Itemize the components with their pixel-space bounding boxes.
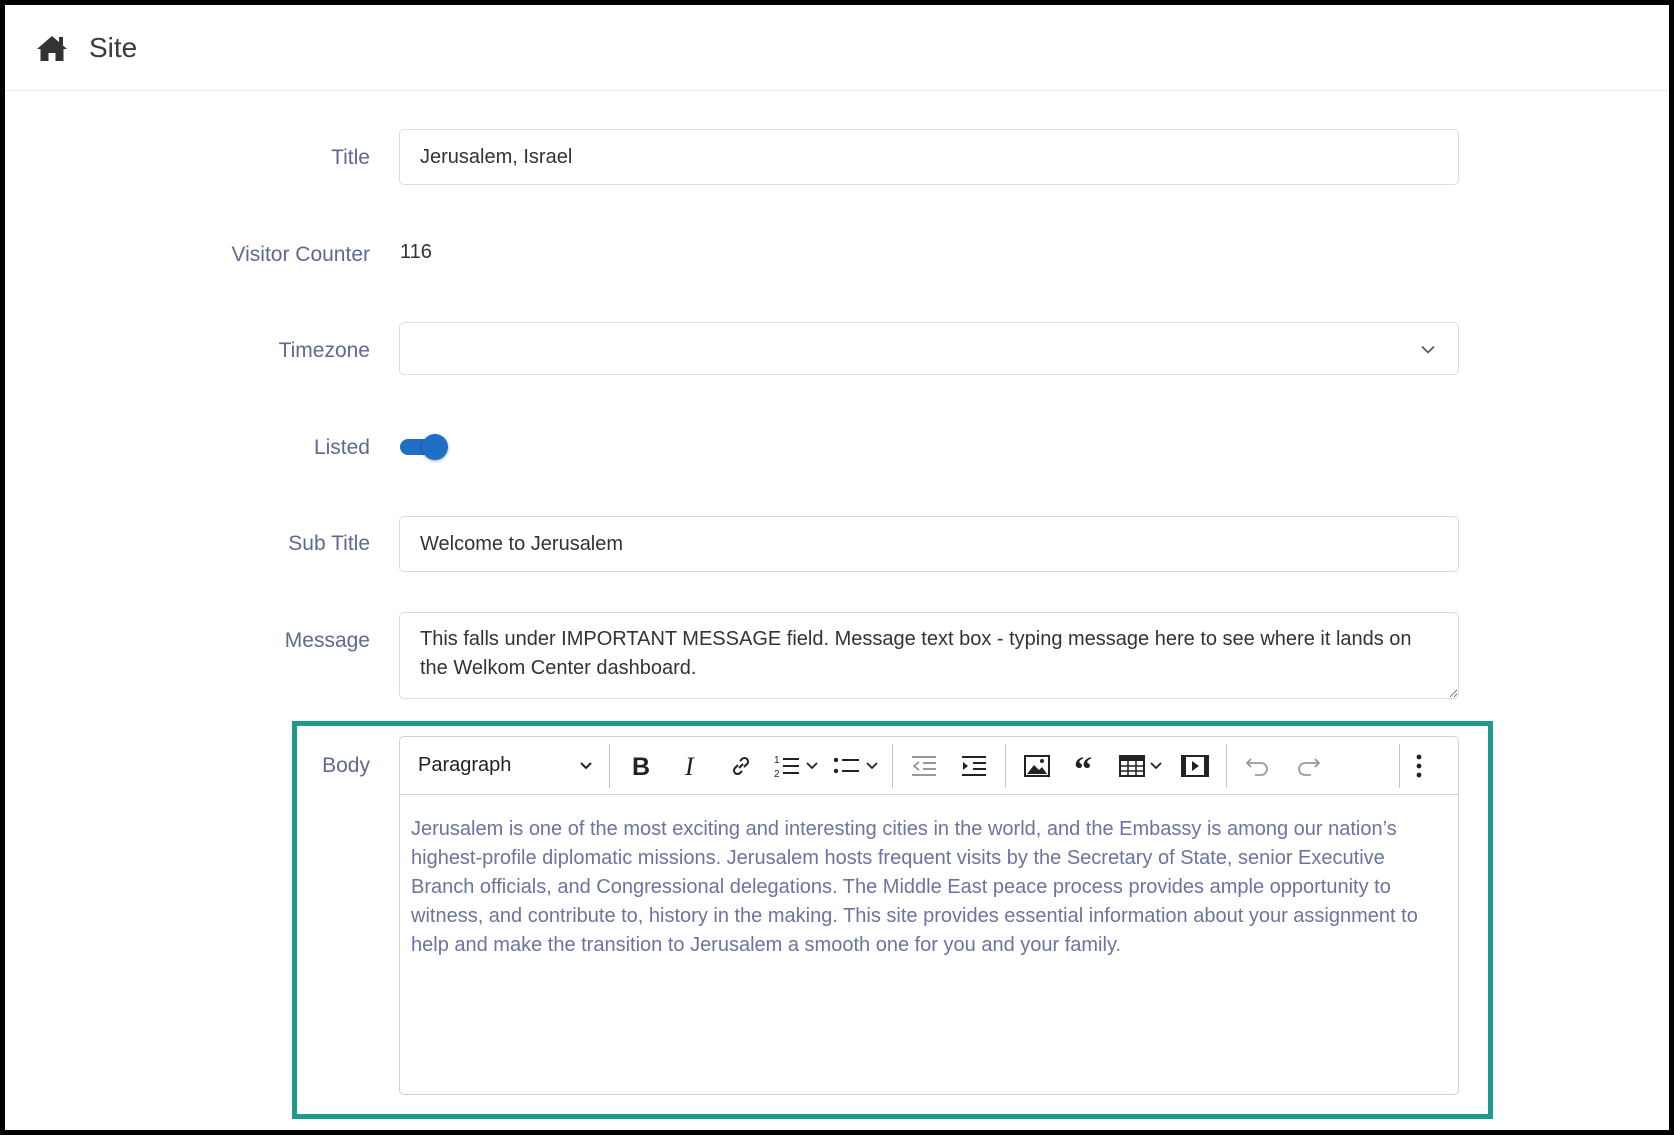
table-icon[interactable] bbox=[1115, 746, 1167, 786]
outdent-icon[interactable] bbox=[902, 746, 946, 786]
editor-content[interactable]: Jerusalem is one of the most exciting an… bbox=[400, 795, 1458, 980]
bold-icon[interactable]: B bbox=[619, 746, 663, 786]
sub-title-input[interactable]: Welcome to Jerusalem bbox=[399, 516, 1459, 572]
listed-label: Listed bbox=[313, 436, 370, 459]
link-icon[interactable] bbox=[719, 746, 763, 786]
blockquote-icon[interactable]: “ bbox=[1065, 746, 1109, 786]
heading-select-value: Paragraph bbox=[418, 754, 512, 776]
chevron-down-icon bbox=[1420, 337, 1436, 360]
indent-icon[interactable] bbox=[952, 746, 996, 786]
title-input-value: Jerusalem, Israel bbox=[420, 145, 573, 168]
numbered-list-icon[interactable]: 12 bbox=[769, 746, 823, 786]
svg-text:B: B bbox=[632, 754, 650, 778]
visitor-counter-value: 116 bbox=[400, 241, 432, 263]
bulleted-list-icon[interactable] bbox=[829, 746, 883, 786]
svg-text:2: 2 bbox=[774, 769, 780, 779]
image-icon[interactable] bbox=[1015, 746, 1059, 786]
redo-icon[interactable] bbox=[1286, 746, 1330, 786]
body-label: Body bbox=[322, 754, 370, 777]
toolbar-separator bbox=[892, 743, 893, 788]
toolbar-separator bbox=[609, 743, 610, 788]
title-label: Title bbox=[331, 146, 370, 169]
timezone-select[interactable] bbox=[399, 322, 1459, 375]
svg-text:1: 1 bbox=[774, 755, 780, 766]
message-label: Message bbox=[284, 629, 370, 652]
listed-toggle[interactable] bbox=[400, 434, 450, 460]
undo-icon[interactable] bbox=[1236, 746, 1280, 786]
italic-icon[interactable]: I bbox=[669, 746, 713, 786]
title-input[interactable]: Jerusalem, Israel bbox=[399, 129, 1459, 185]
svg-text:“: “ bbox=[1074, 755, 1092, 777]
chevron-down-icon bbox=[579, 754, 593, 777]
more-options-icon[interactable] bbox=[1397, 746, 1441, 786]
toolbar-separator bbox=[1226, 743, 1227, 788]
svg-text:I: I bbox=[684, 754, 695, 778]
media-embed-icon[interactable] bbox=[1173, 746, 1217, 786]
heading-select[interactable]: Paragraph bbox=[408, 746, 603, 786]
sub-title-input-value: Welcome to Jerusalem bbox=[420, 532, 624, 555]
page-title: Site bbox=[89, 31, 138, 63]
timezone-label: Timezone bbox=[278, 339, 370, 362]
header-bar: Site bbox=[5, 5, 1669, 91]
home-icon[interactable] bbox=[35, 31, 69, 65]
sub-title-label: Sub Title bbox=[288, 532, 370, 555]
toolbar-separator bbox=[1005, 743, 1006, 788]
toggle-knob bbox=[422, 434, 448, 460]
editor-toolbar: Paragraph B I 12 “ bbox=[400, 737, 1458, 795]
visitor-counter-label: Visitor Counter bbox=[231, 243, 370, 266]
message-textarea[interactable]: This falls under IMPORTANT MESSAGE field… bbox=[399, 612, 1459, 699]
body-rich-text-editor[interactable]: Paragraph B I 12 “ Jerusalem is one of t… bbox=[399, 736, 1459, 1095]
